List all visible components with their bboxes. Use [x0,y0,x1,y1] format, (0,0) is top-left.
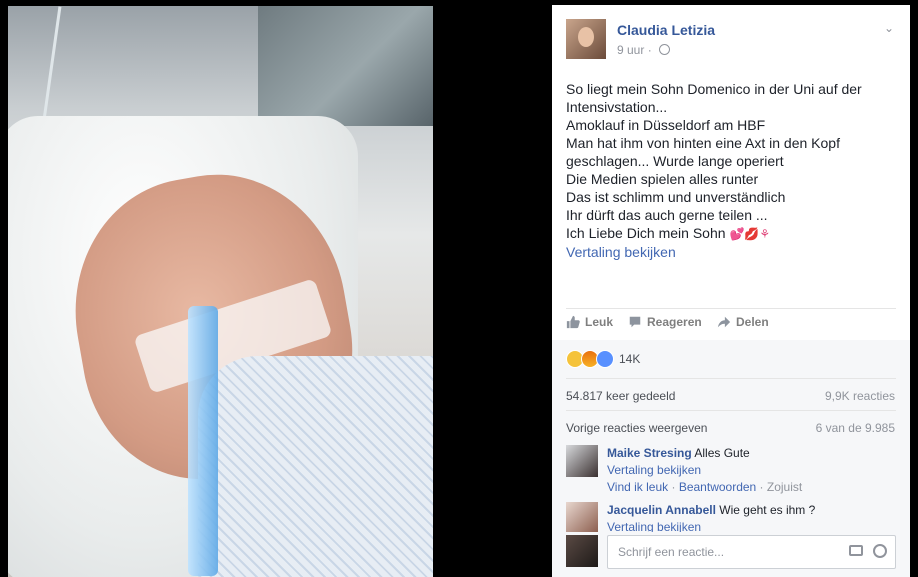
commenter-avatar[interactable] [566,445,598,477]
post-meta: 9 uur · [617,43,671,57]
commenter-avatar[interactable] [566,502,598,532]
comment-reply-link[interactable]: Beantwoorden [679,480,756,494]
comment-button[interactable]: Reageren [628,315,702,329]
post-line: Ich Liebe Dich mein Sohn 💕💋⚘ [566,225,771,241]
comment-translate-link[interactable]: Vertaling bekijken [607,462,802,479]
emoji-icon: 💕💋⚘ [729,227,771,241]
post-time[interactable]: 9 uur [617,43,644,57]
comment-input[interactable] [616,544,840,560]
comment-text: Wie geht es ihm ? [719,503,816,517]
comment-item: Jacquelin Annabell Wie geht es ihm ? Ver… [566,502,896,532]
divider [566,410,896,411]
post-photo[interactable] [8,6,433,577]
photo-viewer [0,0,552,577]
photo-monitor [258,6,433,126]
post-line: geschlagen... Wurde lange operiert [566,153,784,169]
post-text: So liegt mein Sohn Domenico in der Uni a… [566,80,896,261]
comment-time[interactable]: Zojuist [767,480,802,494]
photo-gown [198,356,433,577]
divider [566,308,896,309]
current-user-avatar [566,535,598,567]
share-button[interactable]: Delen [717,315,769,329]
share-icon [717,316,731,328]
post-line: Amoklauf in Düsseldorf am HBF [566,117,766,133]
photo-tube-blue [188,306,218,576]
comment-pagination: 6 van de 9.985 [815,421,895,435]
comment-count[interactable]: 9,9K reacties [825,389,895,403]
share-count[interactable]: 54.817 keer gedeeld [566,389,675,403]
comment-icon [629,316,641,328]
comment-text: Alles Gute [694,446,750,460]
action-bar: Leuk Reageren Delen [566,315,896,333]
camera-icon[interactable] [849,545,863,556]
chevron-down-icon[interactable]: ⌄ [882,21,896,35]
like-reaction-icon [596,350,614,368]
reactions-summary[interactable]: 14K [566,350,640,368]
post-header: Claudia Letizia 9 uur · ⌄ [566,19,896,63]
commenter-name[interactable]: Jacquelin Annabell [607,503,716,517]
emoji-picker-icon[interactable] [873,544,887,558]
globe-icon [659,44,671,55]
post-line: Die Medien spielen alles runter [566,171,759,187]
thumbs-up-icon [566,315,580,329]
comment-translate-link[interactable]: Vertaling bekijken [607,519,815,532]
reply-box[interactable] [607,535,896,569]
post-panel: Claudia Letizia 9 uur · ⌄ So liegt mein … [552,5,910,577]
divider [566,378,896,379]
post-line: Man hat ihm von hinten eine Axt in den K… [566,135,840,151]
comment-like-link[interactable]: Vind ik leuk [607,480,668,494]
post-line: So liegt mein Sohn Domenico in der Uni a… [566,81,862,97]
author-avatar[interactable] [566,19,606,59]
previous-comments-link[interactable]: Vorige reacties weergeven [566,421,707,435]
reaction-count: 14K [619,352,641,366]
commenter-name[interactable]: Maike Stresing [607,446,692,460]
translate-link[interactable]: Vertaling bekijken [566,243,896,261]
comment-item: Maike Stresing Alles Gute Vertaling beki… [566,445,896,495]
post-line: Das ist schlimm und unverständlich [566,189,786,205]
reply-composer [566,535,896,569]
post-line: Intensivstation... [566,99,668,115]
like-button[interactable]: Leuk [566,315,613,329]
post-line: Ihr dürft das auch gerne teilen ... [566,207,768,223]
author-name[interactable]: Claudia Letizia [617,22,715,38]
